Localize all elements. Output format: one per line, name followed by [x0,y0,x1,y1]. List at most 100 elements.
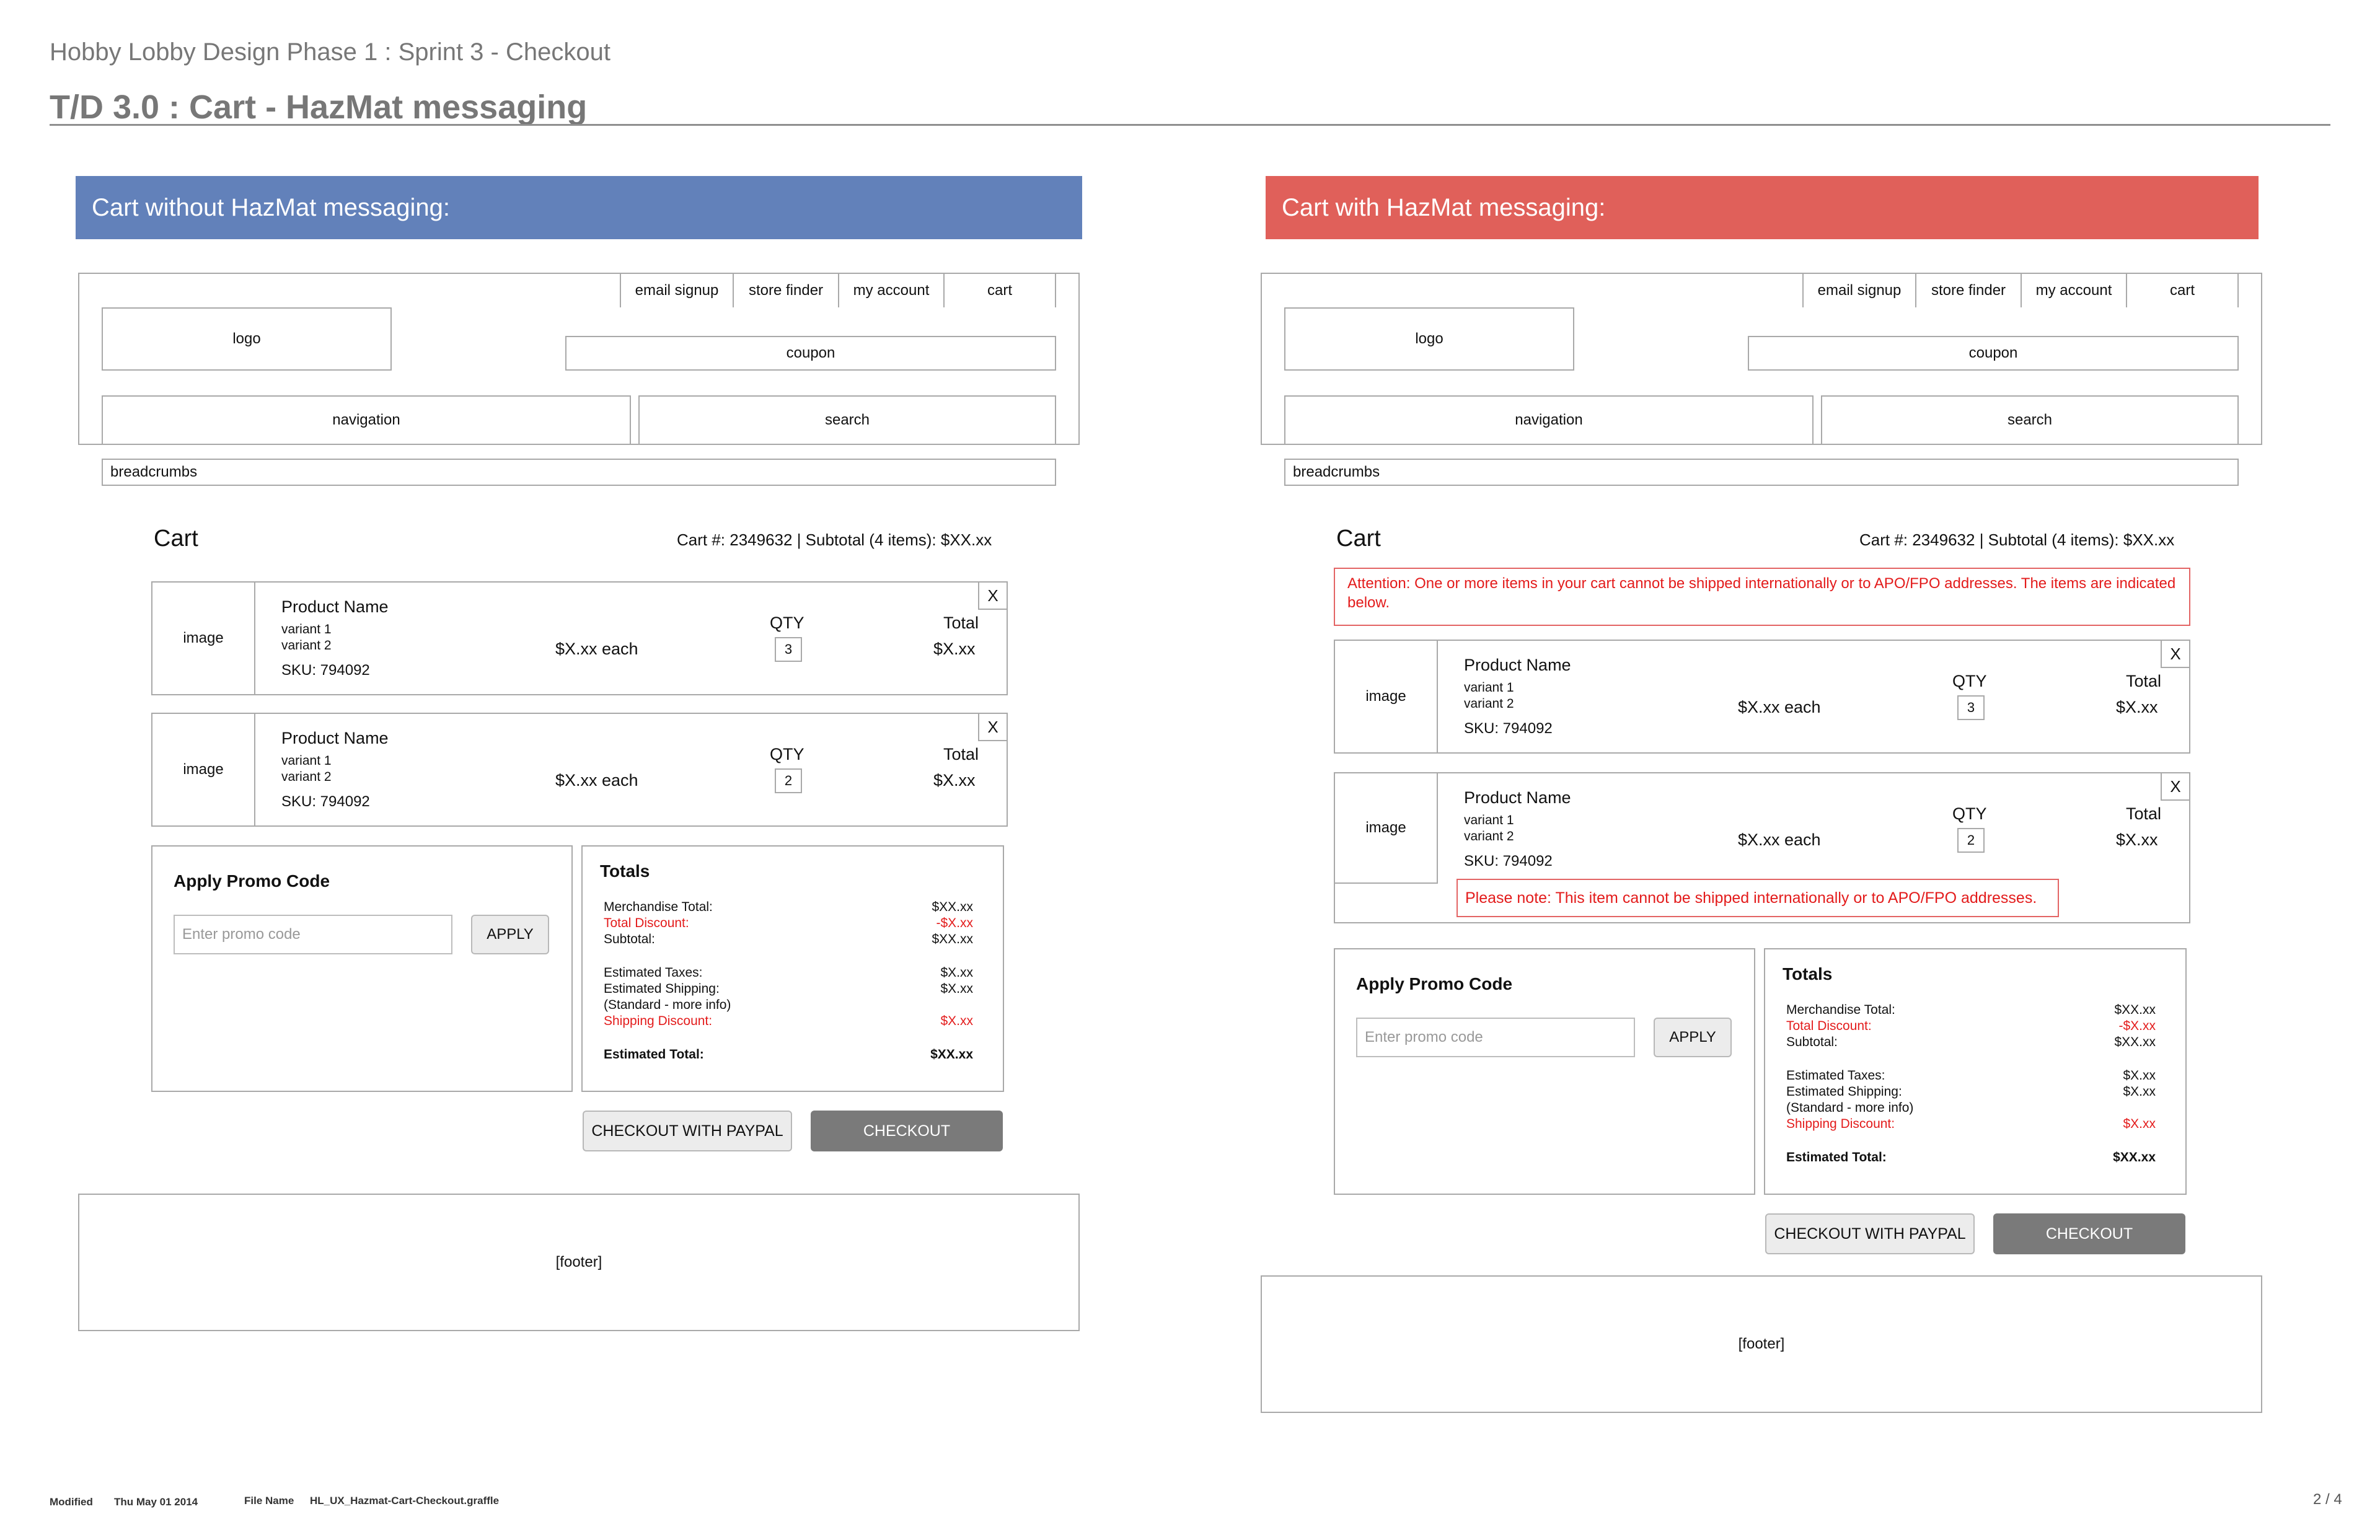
estimated-total-label: Estimated Total: [1786,1150,1887,1164]
hazmat-item-note: Please note: This item cannot be shipped… [1457,879,2059,917]
variant-2: variant 2 [281,638,332,653]
my-account-link[interactable]: my account [2021,273,2127,307]
estimated-total-label: Estimated Total: [604,1047,704,1062]
totals-title: Totals [600,861,650,881]
subtotal-label: Subtotal: [1786,1035,1838,1049]
logo[interactable]: logo [1284,307,1574,371]
product-name[interactable]: Product Name [281,597,389,617]
product-sku: SKU: 794092 [281,662,370,679]
variant-2: variant 2 [281,770,332,784]
product-sku: SKU: 794092 [1464,720,1553,737]
product-image[interactable]: image [152,583,255,694]
qty-input[interactable]: 2 [775,768,802,793]
line-total: $X.xx [2116,698,2158,716]
totals-title: Totals [1783,964,1833,983]
taxes-value: $X.xx [940,966,973,980]
product-sku: SKU: 794092 [281,793,370,810]
shipping-discount-label: Shipping Discount: [1786,1117,1895,1131]
remove-item-button[interactable]: X [2161,772,2190,801]
qty-label: QTY [1952,672,1987,690]
totals-panel: Totals Merchandise Total: $XX.xx Total D… [581,845,1004,1092]
logo[interactable]: logo [102,307,392,371]
shipping-value: $X.xx [2123,1085,2156,1099]
discount-label: Total Discount: [1786,1019,1872,1033]
taxes-label: Estimated Taxes: [1786,1068,1885,1083]
product-image[interactable]: image [1335,773,1438,884]
product-name[interactable]: Product Name [281,729,389,748]
email-signup-link[interactable]: email signup [620,273,734,307]
promo-code-input[interactable]: Enter promo code [174,915,452,954]
remove-item-button[interactable]: X [2161,640,2190,668]
cart-link[interactable]: cart [2126,273,2239,307]
email-signup-link[interactable]: email signup [1802,273,1916,307]
apply-promo-button[interactable]: APPLY [1654,1018,1732,1057]
total-label: Total [2126,672,2162,690]
discount-value: -$X.xx [2118,1019,2156,1033]
cart-link[interactable]: cart [943,273,1056,307]
cart-summary: Cart #: 2349632 | Subtotal (4 items): $X… [1859,530,2175,549]
my-account-link[interactable]: my account [838,273,945,307]
coupon-area[interactable]: coupon [1748,336,2239,371]
qty-input[interactable]: 3 [775,637,802,662]
search-box[interactable]: search [1821,395,2239,445]
total-label: Total [2126,804,2162,823]
cart-summary: Cart #: 2349632 | Subtotal (4 items): $X… [677,530,992,549]
navigation-bar[interactable]: navigation [102,395,631,445]
variant-1: variant 1 [1464,813,1514,827]
navigation-bar[interactable]: navigation [1284,395,1814,445]
qty-label: QTY [770,745,804,763]
line-total: $X.xx [933,640,976,658]
coupon-area[interactable]: coupon [565,336,1056,371]
merch-total-value: $XX.xx [2114,1003,2156,1017]
store-finder-link[interactable]: store finder [733,273,839,307]
checkout-paypal-button[interactable]: CHECKOUT WITH PAYPAL [1765,1213,1975,1254]
product-name[interactable]: Product Name [1464,788,1571,807]
unit-price: $X.xx each [1738,698,1821,716]
taxes-label: Estimated Taxes: [604,966,703,980]
modified-label: Modified [50,1496,93,1508]
variant-2: variant 2 [1464,697,1514,711]
cart-item: image Product Name variant 1 variant 2 S… [151,713,1008,827]
site-footer: [footer] [1261,1275,2262,1413]
merch-total-label: Merchandise Total: [1786,1003,1895,1017]
variant-2: variant 2 [1464,829,1514,843]
product-image[interactable]: image [152,714,255,825]
shipping-info-link[interactable]: (Standard - more info) [604,998,731,1013]
qty-label: QTY [770,614,804,632]
breadcrumbs[interactable]: breadcrumbs [1284,459,2239,486]
discount-label: Total Discount: [604,916,689,930]
product-image[interactable]: image [1335,641,1438,752]
unit-price: $X.xx each [1738,830,1821,849]
subtotal-value: $XX.xx [2114,1035,2156,1049]
qty-input[interactable]: 3 [1957,695,1985,720]
checkout-paypal-button[interactable]: CHECKOUT WITH PAYPAL [583,1111,792,1151]
checkout-button[interactable]: CHECKOUT [811,1111,1003,1151]
shipping-info-link[interactable]: (Standard - more info) [1786,1101,1913,1115]
taxes-value: $X.xx [2123,1068,2156,1083]
totals-panel: Totals Merchandise Total: $XX.xx Total D… [1764,948,2187,1195]
estimated-total-value: $XX.xx [2113,1150,2156,1164]
shipping-discount-value: $X.xx [2123,1117,2156,1131]
remove-item-button[interactable]: X [978,581,1008,610]
store-finder-link[interactable]: store finder [1915,273,2022,307]
subtotal-label: Subtotal: [604,932,655,946]
search-box[interactable]: search [638,395,1056,445]
cart-heading: Cart [1336,526,1381,552]
shipping-discount-label: Shipping Discount: [604,1014,713,1028]
shipping-discount-value: $X.xx [940,1014,973,1028]
merch-total-label: Merchandise Total: [604,900,713,914]
remove-item-button[interactable]: X [978,713,1008,741]
promo-code-panel: Apply Promo Code Enter promo code APPLY [1334,948,1755,1195]
cart-item-hazmat: image Product Name variant 1 variant 2 S… [1334,772,2190,923]
apply-promo-button[interactable]: APPLY [471,915,549,954]
variant-1: variant 1 [1464,680,1514,695]
breadcrumbs[interactable]: breadcrumbs [102,459,1056,486]
promo-code-input[interactable]: Enter promo code [1356,1018,1635,1057]
cart-heading: Cart [154,526,198,552]
line-total: $X.xx [933,771,976,790]
qty-input[interactable]: 2 [1957,828,1985,853]
checkout-button[interactable]: CHECKOUT [1993,1213,2185,1254]
file-name: HL_UX_Hazmat-Cart-Checkout.graffle [310,1495,500,1507]
product-name[interactable]: Product Name [1464,656,1571,675]
product-sku: SKU: 794092 [1464,853,1553,869]
